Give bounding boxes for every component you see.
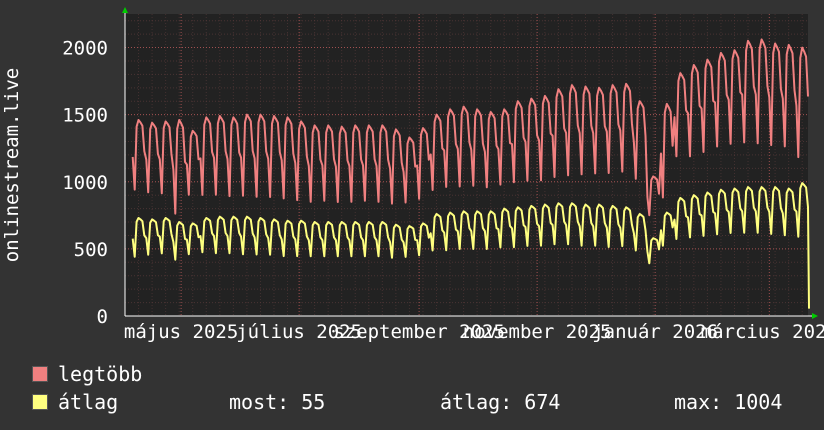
stat-max: max: 1004 — [674, 390, 782, 414]
stat-average-value: 674 — [524, 390, 561, 414]
x-tick-label: november 2025 — [463, 321, 612, 343]
chart: 0500100015002000május 2025július 2025sze… — [1, 7, 824, 343]
legend-row-avg: átlag most: 55 átlag: 674 max: 1004 — [32, 390, 812, 414]
x-tick-label: március 2026 — [701, 321, 824, 343]
y-tick-label: 1500 — [62, 105, 108, 127]
x-tick-label: május 2025 — [124, 321, 238, 343]
x-tick-label: január 2026 — [592, 321, 718, 343]
legend-label-max: legtöbb — [58, 362, 143, 386]
y-tick-label: 500 — [74, 239, 108, 261]
stat-average: átlag: 674 — [440, 390, 560, 414]
stat-max-value: 1004 — [734, 390, 783, 414]
stat-max-label: max: — [674, 390, 723, 414]
y-axis-label: onlinestream.live — [1, 68, 23, 262]
stat-average-label: átlag: — [440, 390, 513, 414]
y-tick-label: 0 — [97, 306, 108, 328]
legend-row-max: legtöbb — [32, 362, 142, 386]
stat-now-value: 55 — [301, 390, 326, 414]
stat-now-label: most: — [229, 390, 290, 414]
y-tick-label: 2000 — [62, 38, 108, 60]
x-axis-arrow — [812, 313, 818, 319]
legend-label-avg: átlag — [58, 390, 119, 414]
y-axis-arrow — [122, 7, 128, 13]
y-tick-label: 1000 — [62, 172, 108, 194]
legend-swatch-max — [32, 365, 48, 382]
stat-now: most: 55 — [229, 390, 325, 414]
legend-swatch-avg — [32, 393, 48, 410]
